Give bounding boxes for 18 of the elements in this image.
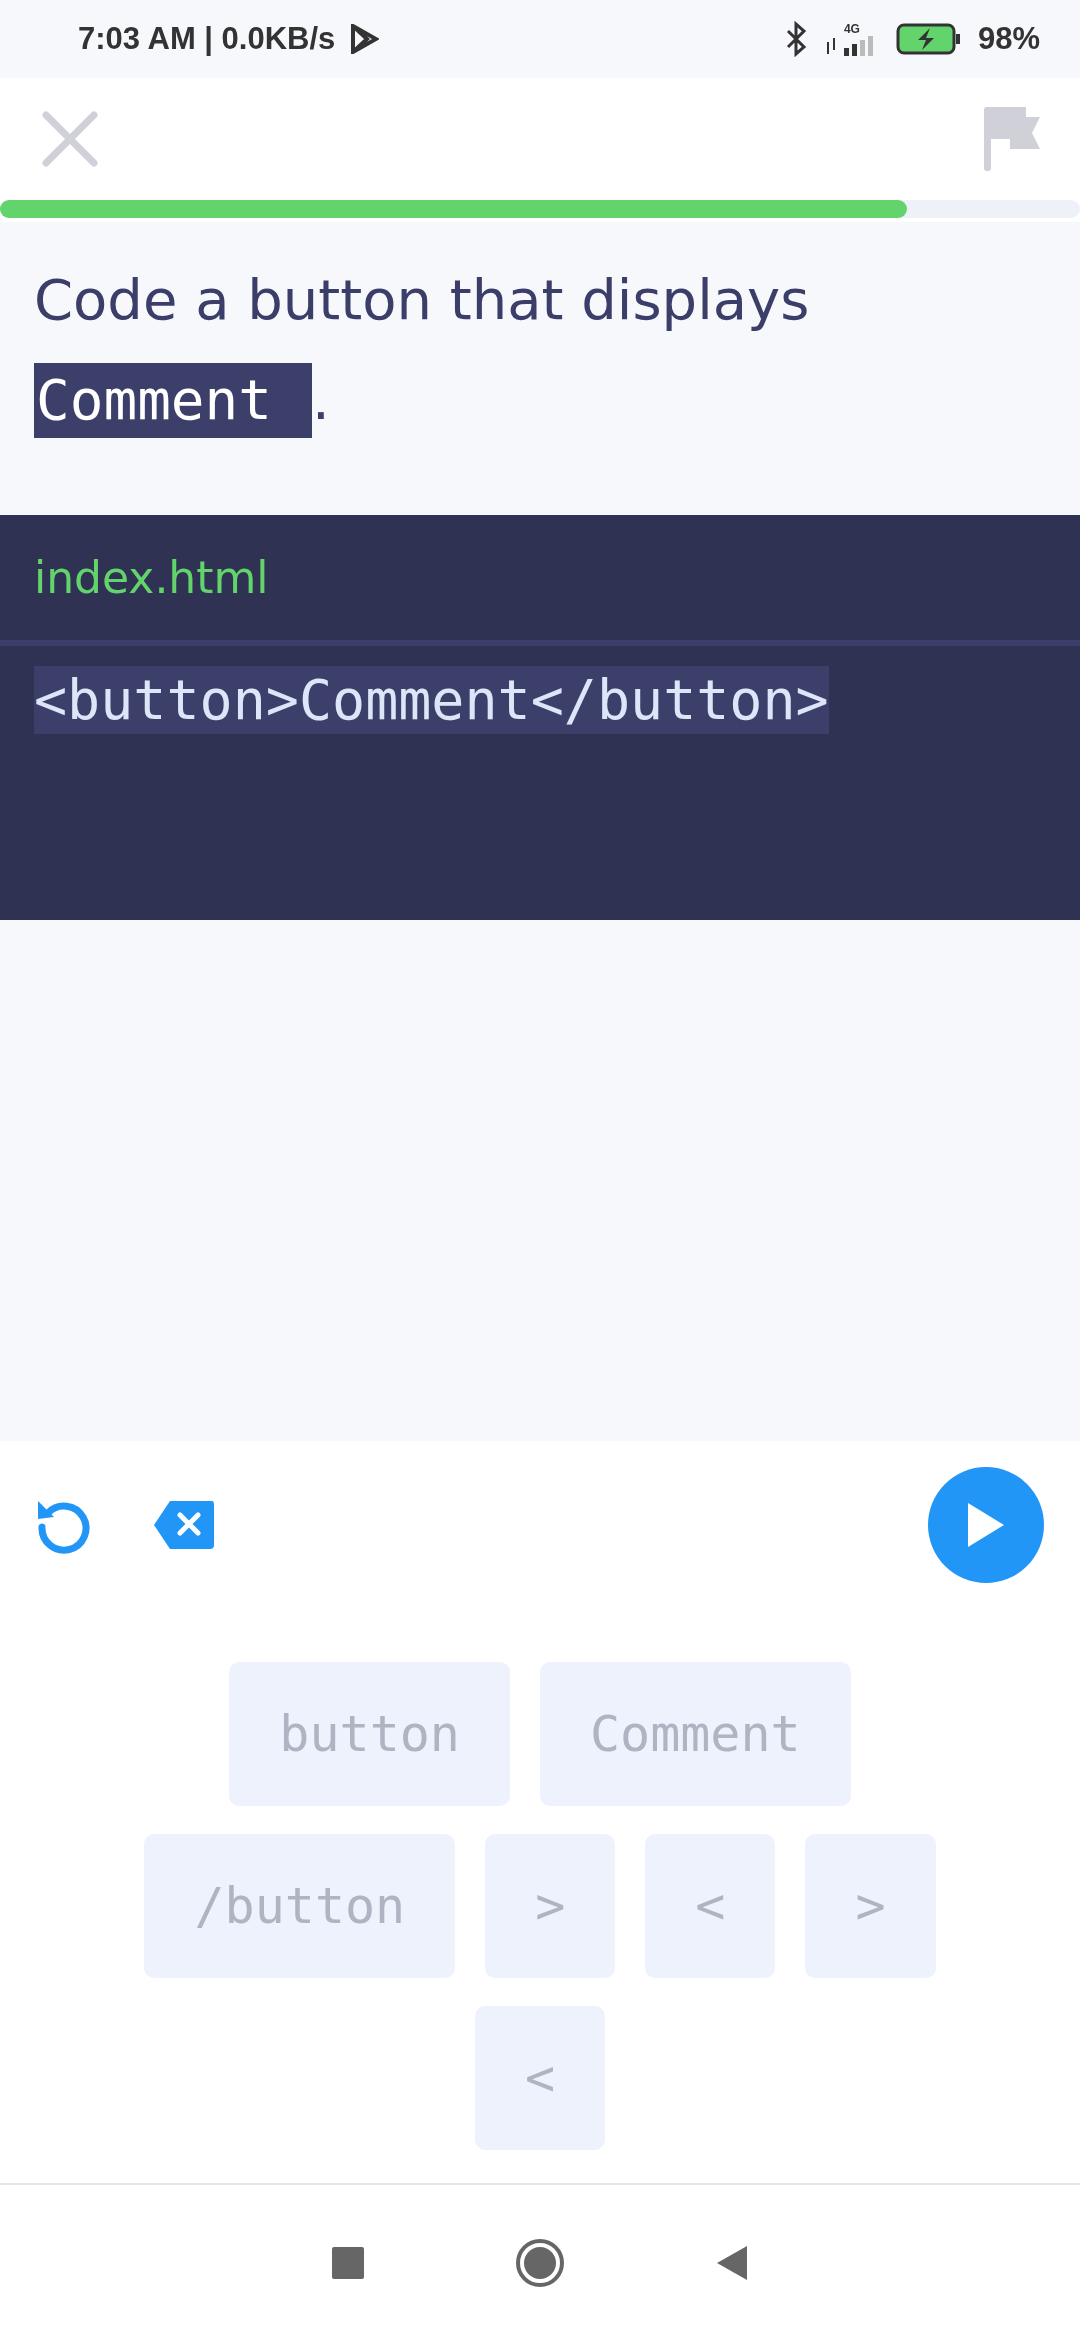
back-icon[interactable]: [715, 2243, 749, 2282]
home-icon[interactable]: [515, 2237, 565, 2288]
code-tile[interactable]: >: [805, 1834, 936, 1978]
code-tile[interactable]: Comment: [539, 1662, 851, 1806]
code-tile[interactable]: >: [485, 1834, 616, 1978]
battery-icon: [895, 23, 962, 55]
code-tile[interactable]: button: [229, 1662, 510, 1806]
code-tile[interactable]: <: [474, 2006, 606, 2150]
prompt-text: Code a button that displays Comment .: [34, 250, 1046, 450]
delete-button[interactable]: [152, 1498, 216, 1551]
recent-apps-icon[interactable]: [331, 2245, 365, 2280]
code-tile[interactable]: <: [645, 1834, 776, 1978]
play-store-icon: [349, 24, 380, 54]
code-tile[interactable]: /button: [144, 1834, 456, 1978]
battery-percent: 98%: [977, 21, 1040, 57]
status-time: 7:03 AM | 0.0KB/s: [78, 21, 336, 57]
file-name: index.html: [34, 552, 269, 603]
network-type: 4G: [843, 22, 860, 36]
